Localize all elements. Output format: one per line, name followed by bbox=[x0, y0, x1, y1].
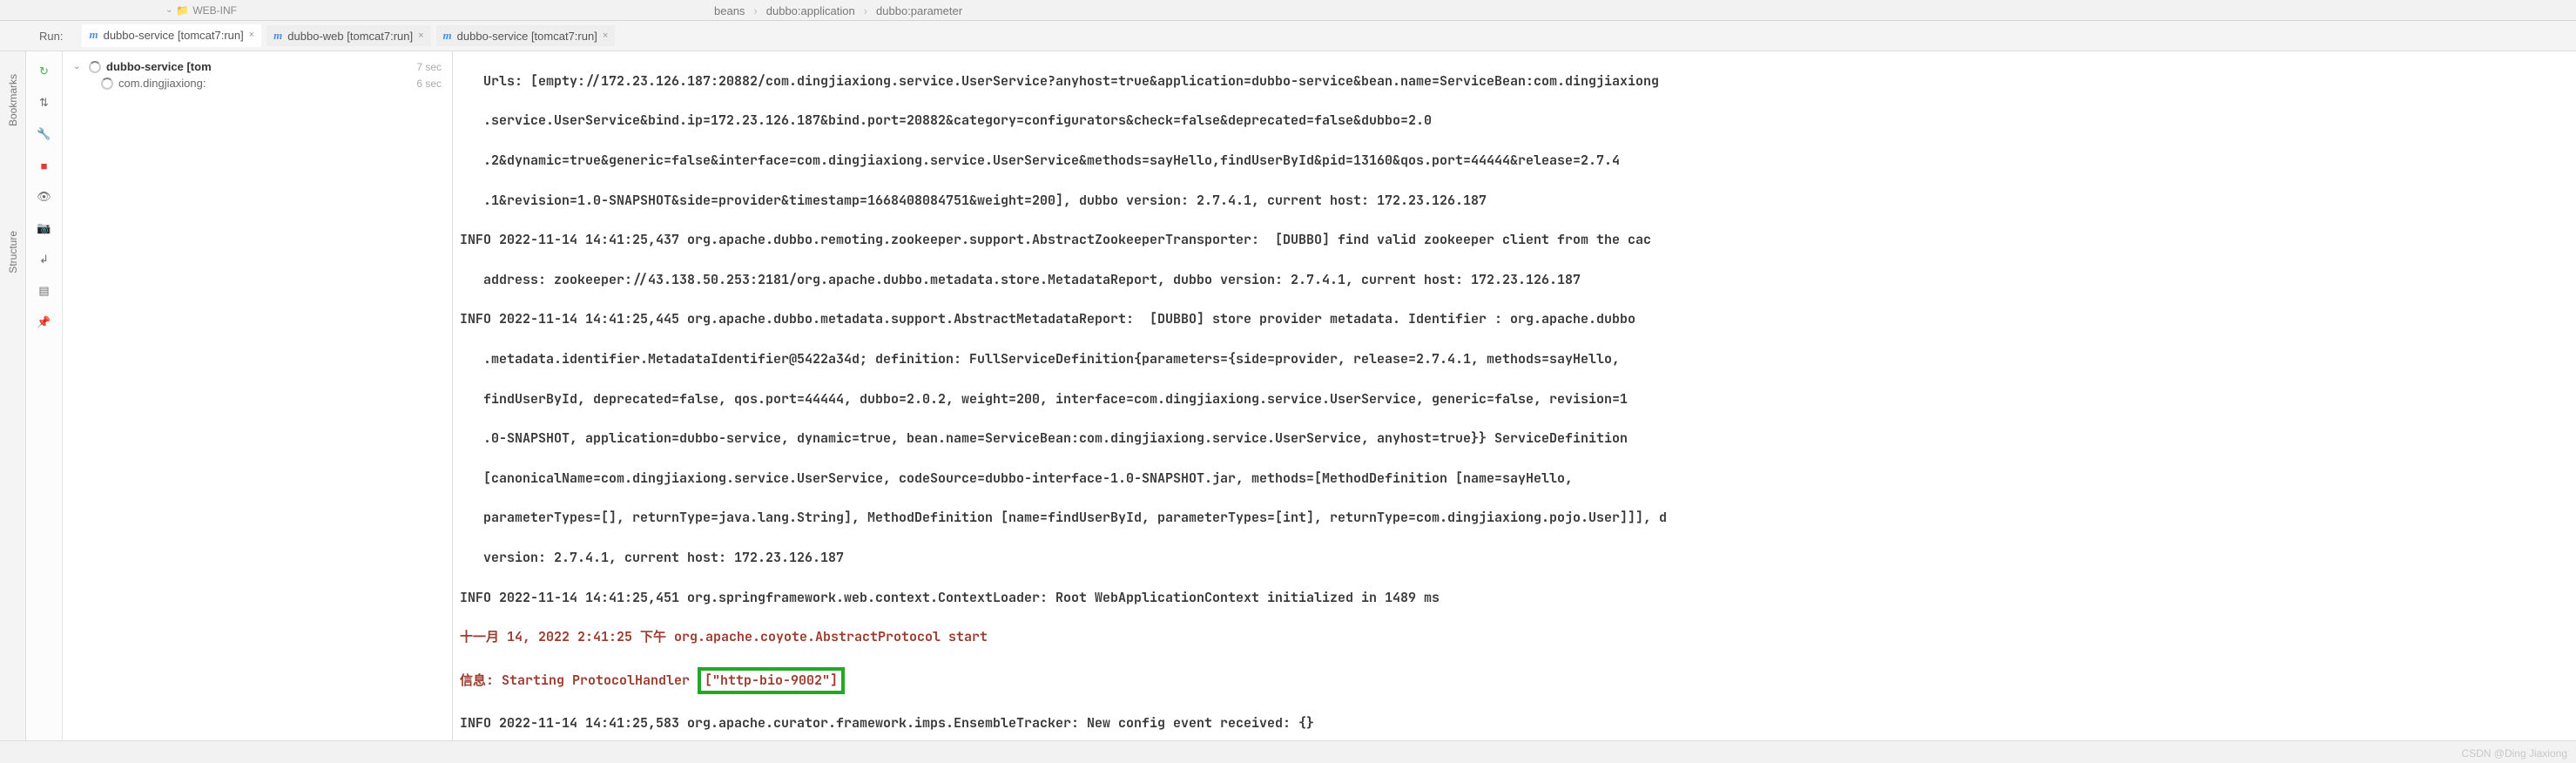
log-line: INFO 2022-11-14 14:41:25,583 org.apache.… bbox=[460, 713, 2569, 733]
export-icon[interactable]: ↲ bbox=[35, 250, 54, 269]
layout-icon[interactable]: ▤ bbox=[35, 281, 54, 300]
log-line: version: 2.7.4.1, current host: 172.23.1… bbox=[460, 548, 2569, 568]
toggle-button[interactable]: ⇅ bbox=[35, 93, 54, 112]
folder-row[interactable]: ⌄ 📁 WEB-INF bbox=[165, 4, 237, 17]
run-tab-label: dubbo-web [tomcat7:run] bbox=[287, 30, 413, 43]
folder-name: WEB-INF bbox=[192, 4, 237, 17]
log-line: Urls: [empty://172.23.126.187:20882/com.… bbox=[460, 71, 2569, 91]
run-tree: ⌄ dubbo-service [tom 7 sec com.dingjiaxi… bbox=[63, 51, 453, 740]
run-toolbar: Run: m dubbo-service [tomcat7:run] × m d… bbox=[0, 21, 2576, 51]
log-line: findUserById, deprecated=false, qos.port… bbox=[460, 389, 2569, 409]
console-output[interactable]: Urls: [empty://172.23.126.187:20882/com.… bbox=[453, 51, 2576, 740]
close-icon[interactable]: × bbox=[603, 30, 608, 41]
log-line: 十一月 14, 2022 2:41:25 下午 org.apache.coyot… bbox=[460, 627, 2569, 647]
run-label: Run: bbox=[39, 30, 63, 43]
chevron-down-icon: ⌄ bbox=[165, 5, 172, 15]
chevron-right-icon: › bbox=[864, 4, 867, 17]
log-line: .1&revision=1.0-SNAPSHOT&side=provider&t… bbox=[460, 191, 2569, 211]
maven-icon: m bbox=[273, 29, 282, 43]
maven-icon: m bbox=[443, 29, 452, 43]
log-line: .2&dynamic=true&generic=false&interface=… bbox=[460, 151, 2569, 171]
log-line: address: zookeeper://43.138.50.253:2181/… bbox=[460, 270, 2569, 290]
spinner-icon bbox=[101, 78, 113, 90]
tree-node-name: com.dingjiaxiong: bbox=[118, 77, 206, 90]
spinner-icon bbox=[89, 61, 101, 73]
status-bar bbox=[0, 740, 2576, 763]
log-line: [canonicalName=com.dingjiaxiong.service.… bbox=[460, 469, 2569, 489]
structure-tab[interactable]: Structure bbox=[7, 231, 19, 273]
run-tab-label: dubbo-service [tomcat7:run] bbox=[457, 30, 597, 43]
close-icon[interactable]: × bbox=[249, 30, 254, 40]
log-line: 信息: Starting ProtocolHandler ["http-bio-… bbox=[460, 667, 2569, 694]
log-line: .metadata.identifier.MetadataIdentifier@… bbox=[460, 349, 2569, 369]
run-tab[interactable]: m dubbo-web [tomcat7:run] × bbox=[266, 25, 430, 46]
log-line: INFO 2022-11-14 14:41:25,445 org.apache.… bbox=[460, 309, 2569, 329]
run-tab-label: dubbo-service [tomcat7:run] bbox=[104, 29, 244, 42]
main-area: Bookmarks Structure ↻ ⇅ 🔧 ■ 👁 📷 ↲ ▤ 📌 ⌄ … bbox=[0, 51, 2576, 740]
tree-child-row[interactable]: com.dingjiaxiong: 6 sec bbox=[66, 75, 448, 91]
bookmarks-tab[interactable]: Bookmarks bbox=[7, 74, 19, 126]
chevron-right-icon: › bbox=[753, 4, 757, 17]
run-tab[interactable]: m dubbo-service [tomcat7:run] × bbox=[82, 24, 261, 47]
tree-node-time: 6 sec bbox=[416, 78, 448, 90]
log-line: .0-SNAPSHOT, application=dubbo-service, … bbox=[460, 429, 2569, 449]
tree-node-name: dubbo-service [tom bbox=[106, 60, 212, 73]
run-tab[interactable]: m dubbo-service [tomcat7:run] × bbox=[436, 25, 616, 46]
highlighted-protocol: ["http-bio-9002"] bbox=[698, 667, 845, 694]
tree-root-row[interactable]: ⌄ dubbo-service [tom 7 sec bbox=[66, 58, 448, 75]
stop-button[interactable]: ■ bbox=[35, 156, 54, 175]
maven-icon: m bbox=[89, 28, 98, 42]
log-line: .service.UserService&bind.ip=172.23.126.… bbox=[460, 111, 2569, 131]
rerun-button[interactable]: ↻ bbox=[35, 62, 54, 81]
close-icon[interactable]: × bbox=[418, 30, 423, 41]
chevron-down-icon: ⌄ bbox=[73, 62, 84, 71]
log-line: parameterTypes=[], returnType=java.lang.… bbox=[460, 508, 2569, 528]
project-tree-bar: ⌄ 📁 WEB-INF beans › dubbo:application › … bbox=[0, 0, 2576, 21]
tree-node-time: 7 sec bbox=[416, 61, 448, 73]
wrench-icon[interactable]: 🔧 bbox=[35, 125, 54, 144]
run-gutter: ↻ ⇅ 🔧 ■ 👁 📷 ↲ ▤ 📌 bbox=[26, 51, 63, 740]
breadcrumb-item[interactable]: beans bbox=[714, 4, 745, 17]
breadcrumb-item[interactable]: dubbo:application bbox=[766, 4, 855, 17]
folder-icon: 📁 bbox=[176, 4, 189, 17]
breadcrumb-item[interactable]: dubbo:parameter bbox=[876, 4, 962, 17]
view-icon[interactable]: 👁 bbox=[35, 187, 54, 206]
pin-icon[interactable]: 📌 bbox=[35, 313, 54, 332]
left-sidebar: Bookmarks Structure bbox=[0, 51, 26, 740]
log-line: INFO 2022-11-14 14:41:25,437 org.apache.… bbox=[460, 230, 2569, 250]
watermark: CSDN @Ding Jiaxiong bbox=[2461, 747, 2567, 760]
log-line: INFO 2022-11-14 14:41:25,451 org.springf… bbox=[460, 588, 2569, 608]
camera-icon[interactable]: 📷 bbox=[35, 219, 54, 238]
breadcrumb: beans › dubbo:application › dubbo:parame… bbox=[714, 0, 962, 21]
